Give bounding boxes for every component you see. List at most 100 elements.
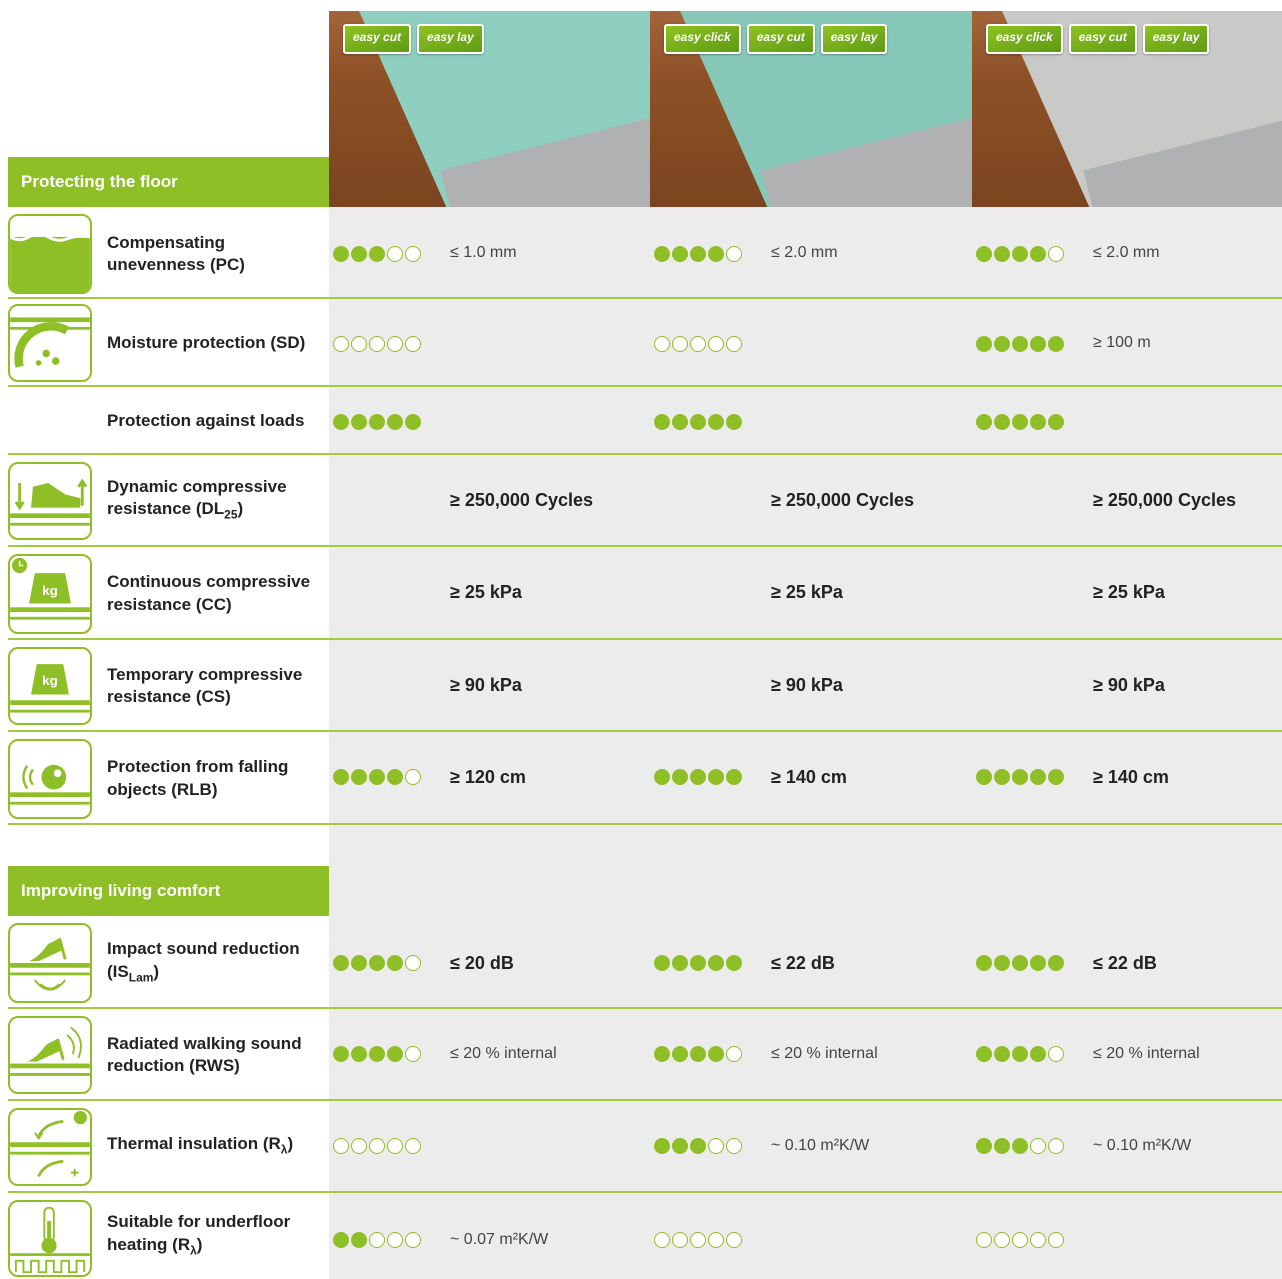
cell-col2: ≥ 25 kPa <box>650 548 972 639</box>
cell-value: ≥ 90 kPa <box>450 675 522 695</box>
row-radiated-walking-sound: Radiated walking sound reduction (RWS) ≤… <box>0 1010 1282 1100</box>
cell-col3: ≥ 90 kPa <box>972 641 1282 731</box>
rating-dot-empty <box>726 1232 742 1248</box>
rating-dot-empty <box>976 1232 992 1248</box>
cell-value: ≥ 250,000 Cycles <box>1093 490 1236 510</box>
rating-dot-filled <box>726 955 742 971</box>
rating-dot-filled <box>1030 955 1046 971</box>
rating-dot-filled <box>672 1138 688 1154</box>
cell-col3: ≥ 250,000 Cycles <box>972 456 1282 546</box>
cell-value: ≤ 20 % internal <box>1093 1045 1200 1062</box>
product-photo-2: easy click easy cut easy lay <box>650 11 972 207</box>
rating-dots <box>333 769 421 785</box>
rating-dot-empty <box>369 1138 385 1154</box>
cell-value: ≤ 2.0 mm <box>1093 244 1160 261</box>
cell-col1: ≤ 1.0 mm <box>329 210 651 298</box>
rating-dot-filled <box>976 769 992 785</box>
cell-col2 <box>650 1194 972 1279</box>
rating-dot-filled <box>1012 769 1028 785</box>
badge-easy-lay: easy lay <box>820 24 888 54</box>
rating-dot-filled <box>369 414 385 430</box>
cell-col3: ≥ 25 kPa <box>972 548 1282 639</box>
rating-dot-empty <box>726 336 742 352</box>
rating-dot-filled <box>1012 414 1028 430</box>
cell-value: ≥ 25 kPa <box>771 582 843 602</box>
rating-dot-filled <box>1048 955 1064 971</box>
rating-dots <box>976 414 1064 430</box>
badge-easy-lay: easy lay <box>1142 24 1210 54</box>
rating-dot-empty <box>333 336 349 352</box>
rating-dot-filled <box>387 414 403 430</box>
rating-dot-filled <box>1012 246 1028 262</box>
row-label-text: Thermal insulation (R <box>107 1134 281 1154</box>
label-tail: ) <box>153 961 160 981</box>
rating-dot-empty <box>726 1138 742 1154</box>
rating-dot-filled <box>1030 246 1046 262</box>
cell-col2: ≤ 2.0 mm <box>650 210 972 298</box>
rating-dot-filled <box>351 955 367 971</box>
rating-dot-filled <box>654 1046 670 1062</box>
rating-dot-filled <box>1012 955 1028 971</box>
rating-dots <box>333 1138 421 1154</box>
rating-dot-empty <box>690 1232 706 1248</box>
rating-dot-filled <box>726 769 742 785</box>
rating-dot-filled <box>690 1138 706 1154</box>
cell-value: ≥ 250,000 Cycles <box>450 490 593 510</box>
cell-col1: ≤ 20 % internal <box>329 1010 651 1100</box>
rating-dots <box>333 414 421 430</box>
weight-clock-icon: kg <box>8 554 92 634</box>
rating-dot-filled <box>1012 1138 1028 1154</box>
rating-dot-filled <box>994 336 1010 352</box>
cell-value: ≤ 2.0 mm <box>771 244 838 261</box>
cell-col2: ≤ 22 dB <box>650 919 972 1008</box>
badge-easy-click: easy click <box>664 24 741 54</box>
rating-dot-filled <box>672 769 688 785</box>
label-tail: ) <box>237 499 244 519</box>
rating-dot-filled <box>672 1046 688 1062</box>
rating-dot-filled <box>1030 414 1046 430</box>
badge-easy-cut: easy cut <box>1068 24 1137 54</box>
sun-frost-icon <box>8 1108 92 1186</box>
rating-dot-empty <box>654 336 670 352</box>
rating-dot-empty <box>726 246 742 262</box>
rating-dot-filled <box>333 955 349 971</box>
icon-text: kg <box>42 583 58 598</box>
rating-dot-filled <box>1012 1046 1028 1062</box>
cell-col1: ~ 0.07 m²K/W <box>329 1194 651 1279</box>
rating-dot-empty <box>708 336 724 352</box>
row-label: Radiated walking sound reduction (RWS) <box>107 1033 302 1076</box>
cell-value: ~ 0.10 m²K/W <box>771 1137 870 1154</box>
rating-dot-filled <box>994 414 1010 430</box>
rating-dots <box>654 1046 742 1062</box>
row-continuous-compressive: kg Continuous compressive resistance (CC… <box>0 548 1282 639</box>
rating-dot-filled <box>994 1138 1010 1154</box>
rating-dots <box>333 246 421 262</box>
rating-dots <box>976 1138 1064 1154</box>
cell-value: ≥ 90 kPa <box>771 675 843 695</box>
product-photo-1: easy cut easy lay <box>329 11 651 207</box>
heel-impact-icon <box>8 923 92 1003</box>
rating-dot-empty <box>387 246 403 262</box>
rating-dot-filled <box>351 246 367 262</box>
section-protecting-floor: Protecting the floor <box>8 157 329 207</box>
rating-dots <box>333 955 421 971</box>
cell-col2: ≥ 90 kPa <box>650 641 972 731</box>
rating-dot-empty <box>369 1232 385 1248</box>
rating-dot-filled <box>387 769 403 785</box>
rating-dot-filled <box>672 955 688 971</box>
rating-dot-filled <box>690 955 706 971</box>
rating-dot-filled <box>708 414 724 430</box>
cell-col1: ≥ 90 kPa <box>329 641 651 731</box>
badge-easy-lay: easy lay <box>417 24 484 54</box>
rating-dot-filled <box>333 769 349 785</box>
rating-dot-filled <box>654 955 670 971</box>
rating-dot-filled <box>994 769 1010 785</box>
rating-dot-empty <box>405 1046 421 1062</box>
falling-ball-icon <box>8 739 92 819</box>
cell-value: ~ 0.07 m²K/W <box>450 1231 549 1248</box>
row-label: Thermal insulation (Rλ) <box>107 1102 322 1192</box>
row-label: Suitable for underfloor heating (Rλ) <box>107 1194 322 1279</box>
cell-value: ≥ 100 m <box>1093 334 1151 351</box>
cell-col1: ≤ 20 dB <box>329 919 651 1008</box>
rating-dot-filled <box>333 246 349 262</box>
